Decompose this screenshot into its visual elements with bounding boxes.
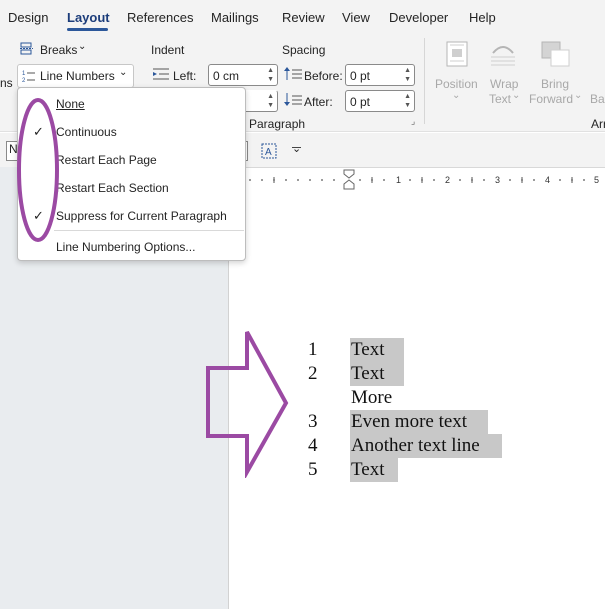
line-number: 4 [308,435,318,456]
document-line[interactable]: More [351,387,392,409]
spin-arrows-icon[interactable]: ▲ ▼ [404,66,411,84]
ruler: 1 2 3 4 5 [228,167,605,190]
spacing-after-value: 0 pt [350,95,371,109]
arrow-annotation-icon [206,331,289,478]
line-numbers-icon: 12 [22,69,36,86]
menu-item-label: Suppress for Current Paragraph [56,209,227,223]
position-button[interactable]: Position [435,77,478,91]
breaks-icon [20,42,34,59]
chevron-down-icon: ⌄ [512,90,521,101]
chevron-down-icon: ⌄ [452,90,461,101]
spacing-after-label: After: [304,95,333,109]
tab-help[interactable]: Help [469,10,496,25]
line-numbers-button[interactable]: 12 Line Numbers ⌄ [17,64,134,88]
indent-left-field[interactable]: 0 cm ▲ ▼ [208,64,278,86]
line-number: 1 [308,339,318,360]
document-line[interactable]: Text [351,363,385,385]
tab-view[interactable]: View [342,10,370,25]
spacing-before-value: 0 pt [350,69,371,83]
svg-text:3: 3 [495,175,500,185]
svg-text:1: 1 [396,175,401,185]
svg-text:2: 2 [445,175,450,185]
bring-forward-icon [541,41,571,70]
document-line[interactable]: Text [351,339,385,361]
menu-item-label: Continuous [56,125,117,139]
indent-left-label: Left: [173,69,197,83]
wrap-text-label-2[interactable]: Text [489,92,511,106]
indent-left-value: 0 cm [213,69,240,83]
arrange-group-label: Arr [591,117,605,131]
paragraph-group-label: Paragraph [249,117,306,131]
spacing-before-label: Before: [304,69,343,83]
tab-references[interactable]: References [127,10,193,25]
wrap-text-icon [489,41,517,70]
spin-arrows-icon[interactable]: ▲ ▼ [404,92,411,110]
send-backward-clipped[interactable]: Bac [590,92,605,106]
text-box-icon[interactable]: A [261,143,277,162]
breaks-button[interactable]: Breaks [40,43,77,57]
spin-arrows-icon[interactable]: ▲ ▼ [267,92,274,110]
tab-design[interactable]: Design [8,10,48,25]
bring-forward-label-2[interactable]: Forward [529,92,573,106]
ribbon-tabs: Design Layout References Mailings Review… [0,0,605,32]
svg-text:5: 5 [594,175,599,185]
document-line[interactable]: Another text line [351,435,480,457]
spacing-before-icon [284,67,302,84]
spacing-after-field[interactable]: 0 pt ▲ ▼ [345,90,415,112]
indent-title: Indent [151,43,185,57]
active-tab-indicator [67,28,108,31]
group-divider [424,38,425,124]
position-icon [446,41,468,70]
spacing-title: Spacing [282,43,326,57]
spin-arrows-icon[interactable]: ▲ ▼ [267,66,274,84]
ellipse-annotation-icon [17,98,59,242]
tab-developer[interactable]: Developer [389,10,448,25]
breaks-chevron-icon: ⌄ [78,41,87,52]
line-number: 5 [308,459,318,480]
tab-mailings[interactable]: Mailings [211,10,259,25]
ruler-ticks: 1 2 3 4 5 [249,169,599,190]
tab-review[interactable]: Review [282,10,325,25]
menu-item-label: Line Numbering Options... [56,240,196,254]
line-number: 2 [308,363,318,384]
customize-toolbar-icon[interactable]: ⌄ [292,142,301,155]
menu-item-label: Restart Each Section [56,181,169,195]
spacing-after-icon [284,93,302,110]
line-numbers-label: Line Numbers [40,69,115,83]
line-number: 3 [308,411,318,432]
document-line[interactable]: Text [351,459,385,481]
svg-text:A: A [265,147,272,158]
menu-item-label: Restart Each Page [56,153,157,167]
clipped-group-label: ns [0,76,13,90]
wrap-text-label-1[interactable]: Wrap [490,77,518,91]
menu-separator [54,230,244,231]
bring-forward-label-1[interactable]: Bring [541,77,569,91]
chevron-down-icon: ⌄ [119,67,128,78]
paragraph-dialog-launcher-icon[interactable]: ⌟ [411,116,415,127]
spacing-before-field[interactable]: 0 pt ▲ ▼ [345,64,415,86]
svg-text:4: 4 [545,175,550,185]
svg-text:2: 2 [22,78,26,83]
document-line[interactable]: Even more text [351,411,467,433]
chevron-down-icon: ⌄ [574,90,583,101]
svg-text:1: 1 [22,71,26,77]
indent-left-icon [153,68,169,83]
customize-toolbar-bar [292,147,301,148]
tab-layout[interactable]: Layout [67,10,110,25]
